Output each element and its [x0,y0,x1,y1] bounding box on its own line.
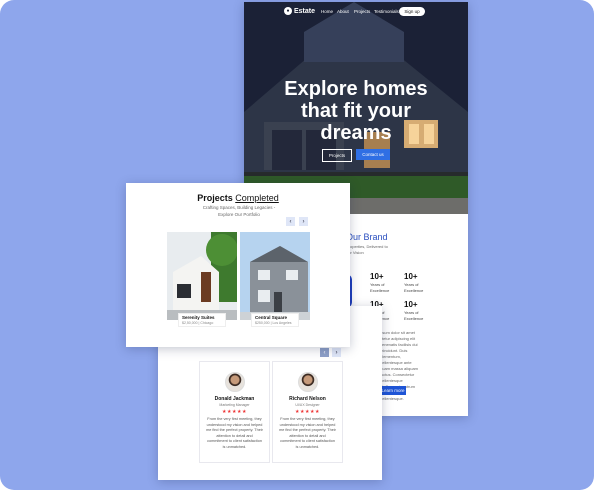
logo[interactable]: ● Estate [284,7,315,15]
testimonial-role: UI/UX Designer [295,403,320,407]
central-square-photo [240,232,310,320]
chevron-left-icon[interactable]: ‹ [320,348,329,357]
testimonial-role: Marketing Manager [219,403,250,407]
serenity-suites-photo [167,232,237,320]
testimonial-card: Richard Nelson UI/UX Designer ★★★★★ From… [272,361,343,463]
brand-title: Our Brand [346,232,388,242]
projects-title-link[interactable]: Completed [235,193,279,203]
project-caption: Central Square $250,000 | Los Angeles [251,313,299,327]
projects-title: Projects Completed [126,193,350,203]
stat-item: 10+Years of Excellence [404,300,423,322]
nav-projects[interactable]: Projects [354,9,370,14]
project-caption: Serenity Suites $2,50,000 | Chicago [178,313,226,327]
canvas: ● Estate Home About Projects Testimonial… [0,0,594,490]
projects-title-bold: Projects [197,193,233,203]
projects-button[interactable]: Projects [322,149,352,162]
chevron-left-icon[interactable]: ‹ [286,217,295,226]
nav-about[interactable]: About [337,9,349,14]
hero-line: dreams [320,122,392,144]
stat-item: 10+Years of Excellence [404,272,423,294]
testimonial-name: Donald Jackman [214,396,255,402]
brand-subtitle: Properties, Delivered to our Vision [346,244,388,255]
stat-value: 10+ [404,272,418,281]
stat-label: Years of Excellence [370,282,390,293]
stat-label: Years of Excellence [404,310,424,321]
testimonial-quote: From the very first meeting, they unders… [279,417,336,449]
stat-item: 10+Years of Excellence [370,272,389,294]
learn-more-button[interactable]: Learn more [380,386,406,395]
avatar [297,372,318,392]
projects-subtitle: Crafting Spaces, Building Legacies - Exp… [202,205,276,217]
stat-label: Years of Excellence [404,282,424,293]
project-image[interactable] [167,232,237,320]
hero-title: Explore homes that fit your dreams [244,78,468,144]
nav-home[interactable]: Home [321,9,333,14]
project-meta: $250,000 | Los Angeles [255,321,292,325]
testimonial-name: Richard Nelson [289,396,326,402]
hero-line: Explore homes [284,78,428,100]
signup-button[interactable]: Sign up [399,7,425,16]
logo-mark-icon: ● [284,7,292,15]
hero-line: that fit your [301,100,411,122]
chevron-right-icon[interactable]: › [299,217,308,226]
testimonial-quote: From the very first meeting, they unders… [206,417,263,449]
testimonial-card: Donald Jackman Marketing Manager ★★★★★ F… [199,361,270,463]
project-image[interactable] [240,232,310,320]
projects-page: Projects Completed Crafting Spaces, Buil… [126,183,350,347]
nav-testimonials[interactable]: Testimonials [374,9,399,14]
avatar [224,372,245,392]
stat-value: 10+ [404,300,418,309]
contact-button[interactable]: Contact us [356,149,390,160]
logo-text: Estate [294,7,316,15]
stat-value: 10+ [370,272,384,281]
project-meta: $2,50,000 | Chicago [182,321,214,325]
chevron-right-icon[interactable]: › [332,348,341,357]
top-nav: ● Estate Home About Projects Testimonial… [244,2,468,20]
